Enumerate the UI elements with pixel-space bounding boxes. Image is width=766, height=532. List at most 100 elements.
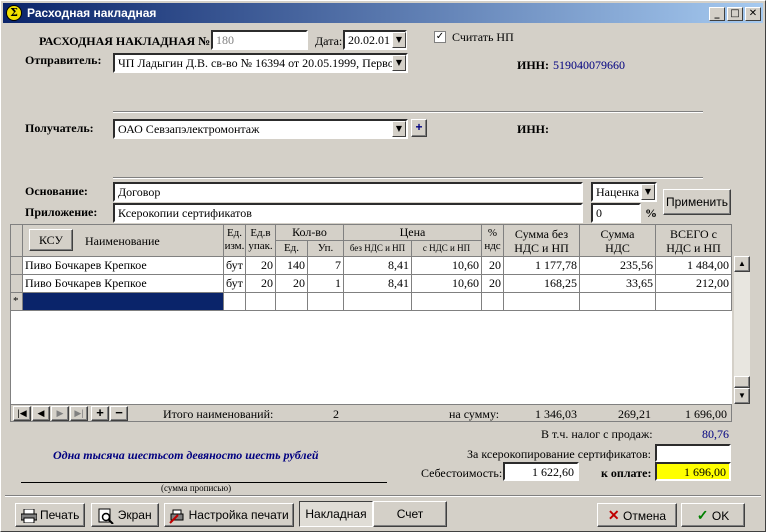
scroll-up-button[interactable]: ▲ [734,256,750,272]
row-sum-net[interactable]: 168,25 [504,275,580,293]
name-header-label: Наименование [85,234,160,248]
new-row-cell[interactable] [656,293,732,311]
nav-prev-button[interactable]: ◀ [32,406,50,421]
basis-field[interactable]: Договор [113,182,583,202]
close-window-button[interactable]: ✕ [745,7,761,21]
new-row-cell[interactable] [308,293,344,311]
cost-field[interactable]: 1 622,60 [503,462,579,481]
nav-first-button[interactable]: |◀ [13,406,31,421]
minimize-button[interactable]: _ [709,7,725,21]
grid-scrollbar[interactable]: ▲ ▼ [734,256,750,404]
row-name[interactable]: Пиво Бочкарев Крепкое [23,275,224,293]
row-price-net[interactable]: 8,41 [344,257,412,275]
new-row-cell[interactable] [580,293,656,311]
row-units[interactable]: 20 [276,275,308,293]
apply-button[interactable]: Применить [663,189,731,215]
scroll-thumb[interactable] [734,376,750,388]
bottom-separator [5,495,761,497]
row-price-gross[interactable]: 10,60 [412,257,482,275]
invoice-label: РАСХОДНАЯ НАКЛАДНАЯ № [39,34,211,48]
items-grid[interactable]: КСУ Наименование Ед. изм. Ед.в упак. Кол… [10,224,732,404]
sum-grand-total: 1 696,00 [685,407,727,421]
ksu-button[interactable]: КСУ [29,229,73,251]
row-units[interactable]: 140 [276,257,308,275]
row-indicator[interactable] [11,275,23,293]
maximize-button[interactable]: □ [727,7,743,21]
row-vat[interactable]: 20 [482,275,504,293]
new-row-cell[interactable] [224,293,246,311]
nav-next-button[interactable]: ▶ [51,406,69,421]
row-price-gross[interactable]: 10,60 [412,275,482,293]
row-pack[interactable]: 20 [246,257,276,275]
row-vat[interactable]: 20 [482,257,504,275]
row-packs[interactable]: 1 [308,275,344,293]
print-button[interactable]: Печать [15,503,85,527]
ok-label: OK [711,509,730,523]
new-row-cell[interactable] [412,293,482,311]
attachment-field[interactable]: Ксерокопии сертификатов [113,203,583,223]
row-unit[interactable]: бут [224,257,246,275]
items-count-value: 2 [333,407,339,421]
print-label: Печать [40,508,80,522]
cancel-button[interactable]: ✕ Отмена [597,503,677,527]
cancel-x-icon: ✕ [607,507,620,523]
receiver-field[interactable]: ОАО Севзапэлектромонтаж [113,119,408,139]
nav-delete-button[interactable]: − [110,406,128,421]
row-packs[interactable]: 7 [308,257,344,275]
receiver-separator [113,177,703,179]
sum-net-header: Сумма без НДС и НП [504,225,580,257]
sum-vat-header: Сумма НДС [580,225,656,257]
copy-cost-field[interactable] [655,444,731,462]
invoice-number-field[interactable]: 180 [211,30,308,50]
markup-dropdown-button[interactable]: ▼ [641,184,655,200]
pay-field[interactable]: 1 696,00 [655,462,731,481]
ok-check-icon: ✓ [696,507,709,523]
grid-empty-area[interactable] [11,311,732,404]
row-unit[interactable]: бут [224,275,246,293]
receiver-value: ОАО Севзапэлектромонтаж [118,122,260,136]
new-row-cell[interactable] [504,293,580,311]
sender-dropdown-button[interactable]: ▼ [392,55,406,71]
new-row-cell[interactable] [344,293,412,311]
sum-label: на сумму: [449,407,500,421]
row-indicator[interactable] [11,257,23,275]
new-row-name-cell[interactable] [23,293,224,311]
row-pack[interactable]: 20 [246,275,276,293]
sender-value: ЧП Ладыгин Д.В. св-во № 16394 от 20.05.1… [118,56,394,70]
invoice-tab-button[interactable]: Накладная [299,501,373,527]
sender-field[interactable]: ЧП Ладыгин Д.В. св-во № 16394 от 20.05.1… [113,53,408,73]
bill-tab-button[interactable]: Счет [373,501,447,527]
grid-footer-bar: |◀ ◀ ▶ ▶| + − Итого наименований: 2 на с… [10,404,732,422]
new-row-cell[interactable] [276,293,308,311]
ok-button[interactable]: ✓ OK [681,503,745,527]
count-np-checkbox[interactable]: ✓ [434,31,446,43]
row-sum-vat[interactable]: 33,65 [580,275,656,293]
date-dropdown-button[interactable]: ▼ [392,32,406,48]
row-name[interactable]: Пиво Бочкарев Крепкое [23,257,224,275]
screen-button[interactable]: Экран [91,503,159,527]
row-sum-vat[interactable]: 235,56 [580,257,656,275]
receiver-dropdown-button[interactable]: ▼ [392,121,406,137]
row-price-net[interactable]: 8,41 [344,275,412,293]
scroll-down-button[interactable]: ▼ [734,388,750,404]
new-row-cell[interactable] [482,293,504,311]
new-row-cell[interactable] [246,293,276,311]
sender-separator [113,111,703,113]
qty-units-header: Ед. [276,241,308,257]
markup-value-field[interactable]: 0 [591,203,641,223]
qty-packs-header: Уп. [308,241,344,257]
print-settings-button[interactable]: Настройка печати [164,503,294,527]
title-bar[interactable]: Σ Расходная накладная _ □ ✕ [3,3,763,23]
attachment-value: Ксерокопии сертификатов [118,206,252,220]
new-row-marker[interactable]: * [11,293,23,311]
add-receiver-button[interactable]: + [411,119,427,137]
attachment-label: Приложение: [25,205,98,219]
row-sum-net[interactable]: 1 177,78 [504,257,580,275]
nav-add-button[interactable]: + [91,406,109,421]
date-label: Дата: [315,34,343,48]
row-total[interactable]: 1 484,00 [656,257,732,275]
sales-tax-value: 80,76 [702,427,729,441]
nav-last-button[interactable]: ▶| [70,406,88,421]
sigma-app-icon: Σ [6,5,22,21]
row-total[interactable]: 212,00 [656,275,732,293]
